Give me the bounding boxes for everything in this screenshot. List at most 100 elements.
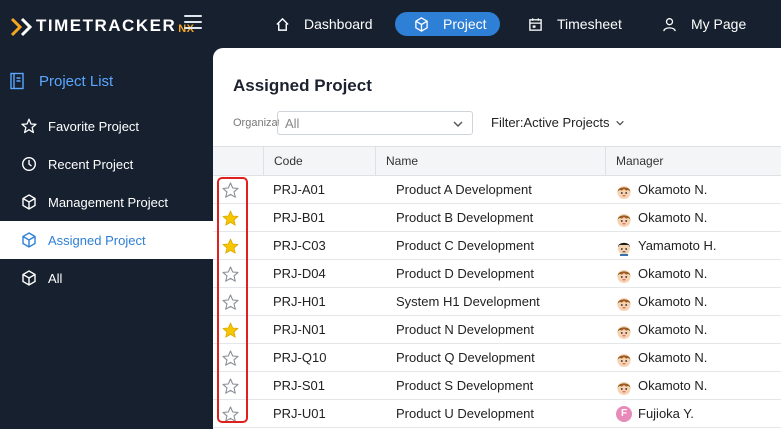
nav-timesheet-label: Timesheet xyxy=(557,16,622,32)
project-name[interactable]: Product U Development xyxy=(396,400,534,427)
manager-name: Okamoto N. xyxy=(638,210,708,225)
calendar-icon xyxy=(527,16,543,32)
nav-mypage[interactable]: My Page xyxy=(661,12,746,36)
project-manager: Okamoto N. xyxy=(616,372,707,399)
hamburger-menu-icon[interactable] xyxy=(184,15,202,31)
table-row[interactable]: PRJ-D04 Product D Development Okamoto N. xyxy=(213,260,781,288)
project-name[interactable]: System H1 Development xyxy=(396,288,540,315)
star-filled-icon[interactable] xyxy=(222,210,239,227)
organization-label: Organization xyxy=(233,117,279,129)
project-manager: Okamoto N. xyxy=(616,204,707,231)
project-table: Code Name Manager PRJ-A01 Product A Devel… xyxy=(213,146,781,428)
project-manager: Okamoto N. xyxy=(616,344,707,371)
page-title: Assigned Project xyxy=(233,76,372,95)
avatar xyxy=(616,294,632,311)
project-code: PRJ-A01 xyxy=(273,182,326,197)
column-header-manager[interactable]: Manager xyxy=(605,147,781,176)
sidebar-header[interactable]: Project List xyxy=(9,72,113,90)
star-filled-icon[interactable] xyxy=(222,322,239,339)
project-name[interactable]: Product D Development xyxy=(396,260,534,287)
avatar xyxy=(616,210,632,227)
project-code: PRJ-B01 xyxy=(273,210,326,225)
project-name[interactable]: Product B Development xyxy=(396,204,533,231)
cube-icon xyxy=(413,16,429,32)
filter-label: Filter:Active Projects xyxy=(491,115,610,130)
organization-select[interactable]: All xyxy=(277,111,473,135)
nav-dashboard[interactable]: Dashboard xyxy=(274,12,373,36)
nav-project[interactable]: Project xyxy=(395,12,500,36)
manager-name: Okamoto N. xyxy=(638,294,708,309)
cube-icon xyxy=(21,194,37,210)
project-manager: F Fujioka Y. xyxy=(616,400,694,427)
sidebar-header-label: Project List xyxy=(39,72,114,90)
chevron-down-icon xyxy=(453,121,463,127)
avatar xyxy=(616,182,632,199)
table-row[interactable]: PRJ-N01 Product N Development Okamoto N. xyxy=(213,316,781,344)
filter-row: Organization All Filter:Active Projects xyxy=(233,111,781,135)
cube-icon xyxy=(21,232,37,248)
project-name[interactable]: Product N Development xyxy=(396,316,534,343)
app-logo[interactable]: TIMETRACKER NX xyxy=(10,14,195,38)
project-code: PRJ-H01 xyxy=(273,294,326,309)
table-row[interactable]: PRJ-U01 Product U Development F Fujioka Y. xyxy=(213,400,781,428)
project-code: PRJ-U01 xyxy=(273,406,326,421)
table-body: PRJ-A01 Product A Development Okamoto N. PR… xyxy=(213,176,781,428)
sidebar: Project List Favorite Project Recent Pro… xyxy=(0,48,213,429)
avatar xyxy=(616,266,632,283)
table-row[interactable]: PRJ-H01 System H1 Development Okamoto N. xyxy=(213,288,781,316)
organization-select-value: All xyxy=(285,116,300,131)
project-manager: Okamoto N. xyxy=(616,176,707,203)
project-manager: Okamoto N. xyxy=(616,288,707,315)
sidebar-item-label: All xyxy=(48,270,63,286)
active-projects-filter[interactable]: Filter:Active Projects xyxy=(491,115,625,130)
sidebar-item-label: Favorite Project xyxy=(48,118,140,134)
nav-mypage-label: My Page xyxy=(691,16,747,32)
project-code: PRJ-C03 xyxy=(273,238,326,253)
manager-name: Okamoto N. xyxy=(638,266,708,281)
manager-name: Fujioka Y. xyxy=(638,406,694,421)
project-name[interactable]: Product C Development xyxy=(396,232,534,259)
avatar xyxy=(616,322,632,339)
table-row[interactable]: PRJ-Q10 Product Q Development Okamoto N. xyxy=(213,344,781,372)
sidebar-item-management[interactable]: Management Project xyxy=(0,183,213,221)
star-outline-icon[interactable] xyxy=(222,406,239,423)
project-code: PRJ-Q10 xyxy=(273,350,327,365)
star-outline-icon[interactable] xyxy=(222,378,239,395)
logo-text: TIMETRACKER xyxy=(36,16,177,35)
sidebar-item-favorite[interactable]: Favorite Project xyxy=(0,107,213,145)
star-outline-icon[interactable] xyxy=(222,294,239,311)
column-header-code[interactable]: Code xyxy=(263,147,376,176)
star-outline-icon[interactable] xyxy=(222,350,239,367)
project-name[interactable]: Product Q Development xyxy=(396,344,535,371)
manager-name: Yamamoto H. xyxy=(638,238,717,253)
home-icon xyxy=(274,16,290,32)
table-row[interactable]: PRJ-B01 Product B Development Okamoto N. xyxy=(213,204,781,232)
column-header-name[interactable]: Name xyxy=(375,147,605,176)
cube-icon xyxy=(21,270,37,286)
manager-name: Okamoto N. xyxy=(638,350,708,365)
logo-mark-icon xyxy=(10,17,32,37)
project-manager: Okamoto N. xyxy=(616,260,707,287)
table-row[interactable]: PRJ-A01 Product A Development Okamoto N. xyxy=(213,176,781,204)
avatar xyxy=(616,378,632,395)
star-icon xyxy=(21,118,37,134)
star-outline-icon[interactable] xyxy=(222,182,239,199)
sidebar-item-recent[interactable]: Recent Project xyxy=(0,145,213,183)
main-panel: Assigned Project Organization All Filter… xyxy=(213,48,781,429)
sidebar-item-label: Assigned Project xyxy=(48,232,146,248)
sidebar-item-assigned[interactable]: Assigned Project xyxy=(0,221,213,259)
user-icon xyxy=(661,16,677,32)
nav-project-label: Project xyxy=(443,16,487,32)
project-code: PRJ-D04 xyxy=(273,266,326,281)
project-name[interactable]: Product A Development xyxy=(396,176,532,203)
avatar: F xyxy=(616,405,632,422)
star-outline-icon[interactable] xyxy=(222,266,239,283)
nav-timesheet[interactable]: Timesheet xyxy=(527,12,622,36)
table-row[interactable]: PRJ-C03 Product C Development Yamamoto H. xyxy=(213,232,781,260)
table-row[interactable]: PRJ-S01 Product S Development Okamoto N. xyxy=(213,372,781,400)
avatar xyxy=(616,238,632,256)
project-name[interactable]: Product S Development xyxy=(396,372,533,399)
clock-icon xyxy=(21,156,37,172)
star-filled-icon[interactable] xyxy=(222,238,239,255)
sidebar-item-all[interactable]: All xyxy=(0,259,213,297)
